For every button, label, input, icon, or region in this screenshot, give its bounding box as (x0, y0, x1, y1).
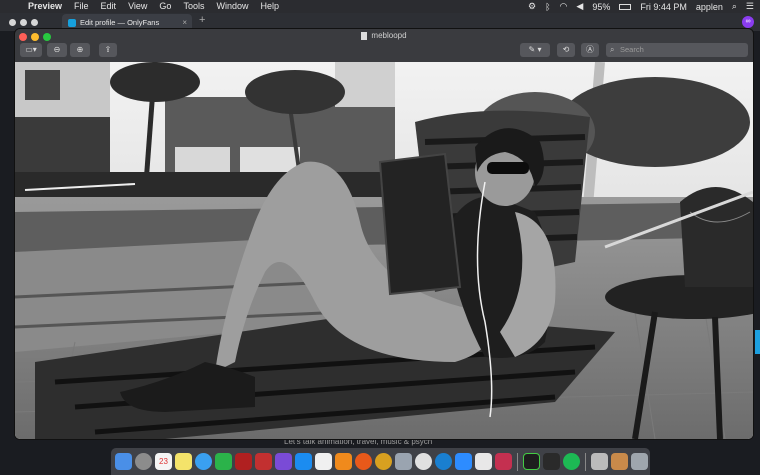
share-icon[interactable]: ⇪ (99, 43, 117, 57)
user-name[interactable]: applen (696, 2, 723, 12)
istat-icon[interactable] (543, 453, 560, 470)
menu-tools[interactable]: Tools (177, 0, 210, 13)
launchpad-icon[interactable] (135, 453, 152, 470)
zoom-out-icon[interactable]: ⊖ (47, 43, 67, 57)
menu-go[interactable]: Go (153, 0, 177, 13)
dock: 23 (111, 448, 650, 475)
image-capture-icon[interactable] (611, 453, 628, 470)
messages-icon[interactable] (195, 453, 212, 470)
terminal-icon[interactable] (523, 453, 540, 470)
wifi-icon[interactable]: ◠ (560, 1, 568, 12)
page-side-tab[interactable] (755, 330, 760, 354)
facetime-icon[interactable] (215, 453, 232, 470)
zoom-icon[interactable] (455, 453, 472, 470)
preview-toolbar: mebloopd ▭▾ ⊖ ⊕ ⇪ ✎ ▾ ⟲ Ⓐ ⌕ Search (15, 29, 753, 62)
edge-icon[interactable] (435, 453, 452, 470)
menu-app-name[interactable]: Preview (22, 0, 68, 13)
document-title: mebloopd (15, 31, 753, 40)
dock-separator (517, 452, 518, 471)
skype-icon[interactable] (475, 453, 492, 470)
itunes-icon[interactable] (315, 453, 332, 470)
onlyfans-favicon-icon (68, 18, 76, 27)
extension-icon[interactable]: ∞ (742, 16, 754, 28)
menu-edit[interactable]: Edit (95, 0, 123, 13)
trash-icon[interactable] (631, 453, 648, 470)
bluetooth-icon[interactable]: ᛒ (545, 2, 550, 12)
photo-image (15, 62, 753, 439)
menu-window[interactable]: Window (210, 0, 254, 13)
volume-icon[interactable]: ◀ (576, 1, 583, 12)
code-icon[interactable] (495, 453, 512, 470)
status-gear-icon[interactable]: ⚙ (528, 1, 536, 12)
calendar-icon[interactable]: 23 (155, 453, 172, 470)
preview-window: mebloopd ▭▾ ⊖ ⊕ ⇪ ✎ ▾ ⟲ Ⓐ ⌕ Search (15, 29, 753, 439)
firefox-icon[interactable] (355, 453, 372, 470)
battery-icon[interactable] (619, 3, 632, 10)
rotate-icon[interactable]: ⟲ (557, 43, 575, 57)
clock[interactable]: Fri 9:44 PM (640, 2, 687, 12)
app-grid-icon[interactable] (255, 453, 272, 470)
search-icon: ⌕ (610, 45, 615, 54)
menu-bar: Preview File Edit View Go Tools Window H… (0, 0, 760, 13)
browser-minimize-button[interactable] (20, 19, 27, 26)
photos-icon[interactable] (591, 453, 608, 470)
spotlight-icon[interactable]: ⌕ (732, 1, 737, 12)
photo-canvas[interactable] (15, 62, 753, 439)
chrome-icon[interactable] (375, 453, 392, 470)
safari-icon[interactable] (415, 453, 432, 470)
notification-center-icon[interactable]: ☰ (746, 1, 754, 12)
sidebar-toggle-icon[interactable]: ▭▾ (20, 43, 42, 57)
zoom-in-icon[interactable]: ⊕ (70, 43, 90, 57)
app-store-icon[interactable] (295, 453, 312, 470)
markup-pen-icon[interactable]: ✎ ▾ (520, 43, 550, 57)
browser-zoom-button[interactable] (31, 19, 38, 26)
menu-help[interactable]: Help (254, 0, 285, 13)
document-icon (361, 31, 368, 40)
browser-close-button[interactable] (9, 19, 16, 26)
star-icon[interactable] (275, 453, 292, 470)
battery-percent[interactable]: 95% (592, 2, 610, 12)
books-icon[interactable] (335, 453, 352, 470)
menu-file[interactable]: File (68, 0, 95, 13)
notes-icon[interactable] (175, 453, 192, 470)
annotate-icon[interactable]: Ⓐ (581, 43, 599, 57)
tab-close-icon[interactable]: × (182, 18, 187, 27)
spotify-icon[interactable] (563, 453, 580, 470)
preview-icon[interactable] (395, 453, 412, 470)
menu-view[interactable]: View (122, 0, 153, 13)
photo-booth-icon[interactable] (235, 453, 252, 470)
search-placeholder: Search (620, 45, 644, 54)
calendar-day: 23 (159, 457, 168, 466)
search-input[interactable]: ⌕ Search (606, 43, 748, 57)
finder-icon[interactable] (115, 453, 132, 470)
browser-tab-title: Edit profile — OnlyFans (80, 18, 160, 27)
new-tab-icon[interactable]: + (199, 14, 205, 26)
dock-separator (585, 452, 586, 471)
